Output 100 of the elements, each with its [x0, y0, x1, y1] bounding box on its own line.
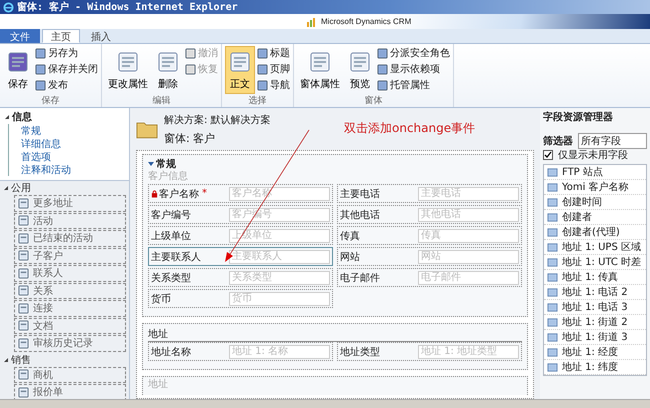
square-icon [35, 48, 46, 58]
document-icon [18, 320, 29, 332]
ribbon-button[interactable]: 标题 [257, 46, 290, 60]
field-icon [547, 212, 558, 222]
field-label: 关系类型 [151, 272, 191, 284]
input-field[interactable]: 地址 1: 地址类型 [418, 344, 519, 358]
nav-link[interactable]: 首选项 [8, 150, 125, 163]
document-icon [18, 198, 29, 209]
input-field[interactable]: 上级单位 [229, 228, 330, 242]
filter-label: 筛选器 [543, 134, 573, 148]
expand-arrow-icon [148, 160, 154, 166]
form-field[interactable]: 主要电话 主要电话 [337, 184, 522, 203]
nav-item[interactable]: 关系 [14, 282, 126, 299]
document-icon [348, 50, 372, 74]
ribbon-button[interactable]: 页脚 [257, 62, 290, 76]
nav-item[interactable]: 活动 [14, 212, 126, 229]
form-field[interactable]: 地址名称 地址 1: 名称 [148, 342, 333, 361]
field-list-item[interactable]: 地址 1: 电话 3 [544, 300, 646, 315]
field-list-item[interactable]: FTP 站点 [544, 165, 646, 180]
input-field[interactable]: 传真 [418, 228, 519, 242]
field-label: 主要联系人 [151, 250, 201, 264]
field-list-item[interactable]: 地址 1: 纬度 [544, 360, 646, 375]
field-list-item[interactable]: 地址 1: 电话 2 [544, 285, 646, 300]
section-title: 常规 [148, 157, 522, 170]
ribbon-button[interactable]: 正文 [225, 46, 255, 94]
field-list-item[interactable]: 创建者 [544, 210, 646, 225]
nav-item[interactable]: 更多地址 [14, 195, 126, 212]
panel-title: 字段资源管理器 [543, 110, 614, 125]
form-field[interactable]: 上级单位 上级单位 [148, 226, 333, 245]
nav-link[interactable]: 常规 [8, 124, 125, 137]
document-icon [18, 232, 29, 244]
input-field[interactable]: 地址 1: 名称 [229, 344, 330, 358]
nav-item[interactable]: 连接 [14, 300, 126, 316]
field-list-item[interactable]: 创建时间 [544, 195, 646, 210]
square-icon [257, 48, 268, 58]
field-list-item[interactable]: 地址 1: 街道 2 [544, 315, 646, 330]
ribbon-button[interactable]: 发布 [35, 78, 98, 92]
nav-section-header[interactable]: 信息 [4, 110, 125, 124]
field-icon [547, 272, 558, 282]
field-list-item[interactable]: 地址 1: 街道 3 [544, 330, 646, 345]
field-list-item[interactable]: 地址 1: 传真 [544, 270, 646, 285]
ribbon-button[interactable]: 另存为 [35, 46, 98, 60]
input-field[interactable]: 主要联系人 [229, 250, 330, 264]
field-list-item[interactable]: Yomi 客户名称 [544, 180, 646, 195]
nav-item[interactable]: 子客户 [14, 248, 126, 264]
ribbon-button[interactable]: 托管属性 [377, 78, 450, 92]
nav-item[interactable]: 报价单 [14, 384, 126, 399]
ribbon-tab[interactable]: 主页 [42, 29, 80, 43]
ribbon-button[interactable]: 删除 [153, 46, 183, 94]
input-field[interactable]: 电子邮件 [418, 270, 519, 284]
ribbon-button[interactable]: 更改属性 [105, 46, 151, 94]
form-field[interactable]: 货币 货币 [148, 289, 333, 308]
unused-checkbox[interactable]: 仅显示未用字段 [543, 148, 647, 162]
field-list-item[interactable]: 地址 1: UPS 区域 [544, 240, 646, 255]
ribbon-button[interactable]: 分派安全角色 [377, 46, 450, 60]
form-field[interactable]: 传真 传真 [337, 226, 522, 245]
square-icon [377, 80, 388, 90]
form-field[interactable]: 其他电话 其他电话 [337, 205, 522, 224]
input-field[interactable]: 关系类型 [229, 270, 330, 284]
nav-item[interactable]: 联系人 [14, 265, 126, 282]
document-icon [18, 268, 29, 279]
ribbon-button[interactable]: 保存 [3, 46, 33, 94]
nav-item[interactable]: 审核历史记录 [14, 335, 126, 352]
square-icon [377, 48, 388, 58]
form-field[interactable]: 电子邮件 电子邮件 [337, 268, 522, 287]
document-icon [18, 250, 29, 262]
square-icon [185, 64, 196, 74]
form-field[interactable]: 网站 网站 [337, 247, 522, 266]
form-field[interactable]: 地址类型 地址 1: 地址类型 [337, 342, 522, 361]
input-field[interactable]: 其他电话 [418, 208, 519, 222]
document-icon [308, 50, 332, 74]
filter-dropdown[interactable]: 所有字段 [578, 133, 647, 149]
form-field[interactable]: 主要联系人 主要联系人 [148, 247, 333, 266]
field-list-item[interactable]: 创建者(代理) [544, 225, 646, 240]
field-list-item[interactable]: 地址 1: UTC 时差 [544, 255, 646, 270]
field-list-item[interactable]: 地址 1: 经度 [544, 345, 646, 360]
input-field[interactable]: 网站 [418, 250, 519, 264]
nav-item[interactable]: 商机 [14, 366, 126, 383]
form-field[interactable]: 关系类型 关系类型 [148, 268, 333, 287]
nav-link[interactable]: 详细信息 [8, 137, 125, 150]
nav-link[interactable]: 注释和活动 [8, 163, 125, 176]
ribbon-button[interactable]: 窗体属性 [297, 46, 343, 94]
ribbon-tab[interactable]: 插入 [82, 29, 120, 43]
group-label: 客户信息 [148, 170, 189, 184]
ribbon-button[interactable]: 导航 [257, 78, 290, 92]
nav-item[interactable]: 文档 [14, 318, 126, 334]
ribbon-tab[interactable]: 文件 [0, 29, 40, 43]
ribbon-button[interactable]: 保存并关闭 [35, 62, 98, 76]
form-section[interactable]: 地址 地址名称 地址 1: 名称 地址类型 地址 1: 地址类型 [142, 323, 528, 370]
document-icon [156, 50, 180, 74]
field-label: 电子邮件 [340, 272, 380, 284]
section-title: 地址 [148, 326, 522, 342]
group-label: 窗体 [364, 96, 382, 107]
nav-item[interactable]: 已结束的活动 [14, 230, 126, 246]
input-field[interactable]: 主要电话 [418, 186, 519, 200]
document-icon [18, 285, 29, 296]
ribbon-button[interactable]: 预览 [345, 46, 375, 94]
group-label: 选择 [248, 96, 266, 107]
input-field[interactable]: 货币 [229, 292, 330, 306]
ribbon-button[interactable]: 显示依赖项 [377, 62, 450, 76]
